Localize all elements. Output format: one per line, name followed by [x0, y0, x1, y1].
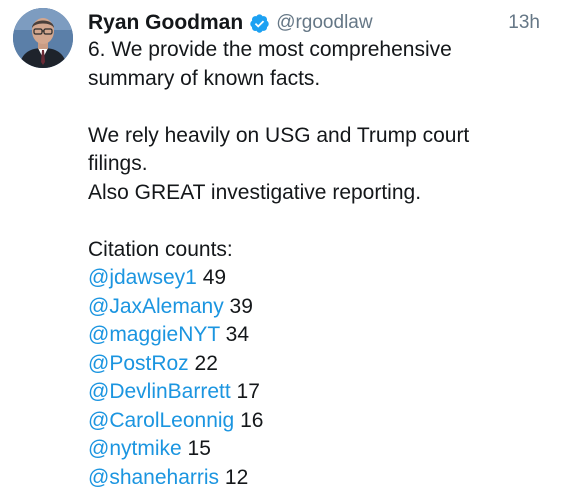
tweet-text-line: We rely heavily on USG and Trump court	[88, 123, 470, 147]
citation-count: 12	[224, 465, 249, 489]
mention-link[interactable]: @jdawsey1	[88, 266, 197, 289]
mention-link[interactable]: @maggieNYT	[88, 323, 220, 346]
tweet-header: Ryan Goodman @rgoodlaw	[88, 8, 373, 38]
citation-count: 16	[240, 408, 264, 432]
citation-count: 34	[225, 323, 250, 346]
avatar[interactable]	[13, 8, 73, 68]
tweet-text-line: Also GREAT investigative reporting.	[88, 180, 422, 204]
citation-row: @DevlinBarrett 17	[88, 378, 548, 407]
citation-row: @shaneharris 12	[88, 464, 548, 493]
mention-link[interactable]: @nytmike	[88, 437, 182, 460]
tweet-body: 6. We provide the most comprehensive sum…	[88, 36, 548, 492]
paragraph-break	[88, 207, 548, 236]
mention-link[interactable]: @DevlinBarrett	[88, 380, 231, 403]
mention-link[interactable]: @shaneharris	[88, 466, 219, 489]
author-display-name[interactable]: Ryan Goodman	[88, 11, 243, 35]
citation-row: @JaxAlemany 39	[88, 293, 548, 322]
citation-row: @jdawsey1 49	[88, 264, 548, 293]
citation-count: 39	[229, 294, 253, 318]
tweet-text-line: summary of known facts.	[88, 66, 321, 90]
tweet-text-line: filings.	[88, 152, 148, 175]
tweet-text-line: 6. We provide the most comprehensive	[88, 38, 452, 61]
citation-row: @nytmike 15	[88, 435, 548, 464]
citation-heading: Citation counts:	[88, 237, 233, 261]
citation-count: 49	[202, 266, 227, 289]
tweet: Ryan Goodman @rgoodlaw 13h 6. We provide…	[0, 0, 562, 498]
mention-link[interactable]: @JaxAlemany	[88, 295, 224, 318]
mention-link[interactable]: @CarolLeonnig	[88, 409, 234, 432]
citation-row: @maggieNYT 34	[88, 321, 548, 350]
citation-row: @PostRoz 22	[88, 350, 548, 379]
tweet-timestamp[interactable]: 13h	[508, 8, 540, 38]
author-handle[interactable]: @rgoodlaw	[276, 12, 372, 34]
mention-link[interactable]: @PostRoz	[88, 352, 189, 375]
citation-row: @CarolLeonnig 16	[88, 407, 548, 436]
person-avatar-icon	[13, 8, 73, 68]
paragraph-break	[88, 93, 548, 122]
citation-count: 17	[236, 380, 260, 403]
citation-count: 15	[187, 437, 211, 460]
citation-count: 22	[194, 351, 218, 375]
verified-badge-icon	[249, 13, 270, 34]
